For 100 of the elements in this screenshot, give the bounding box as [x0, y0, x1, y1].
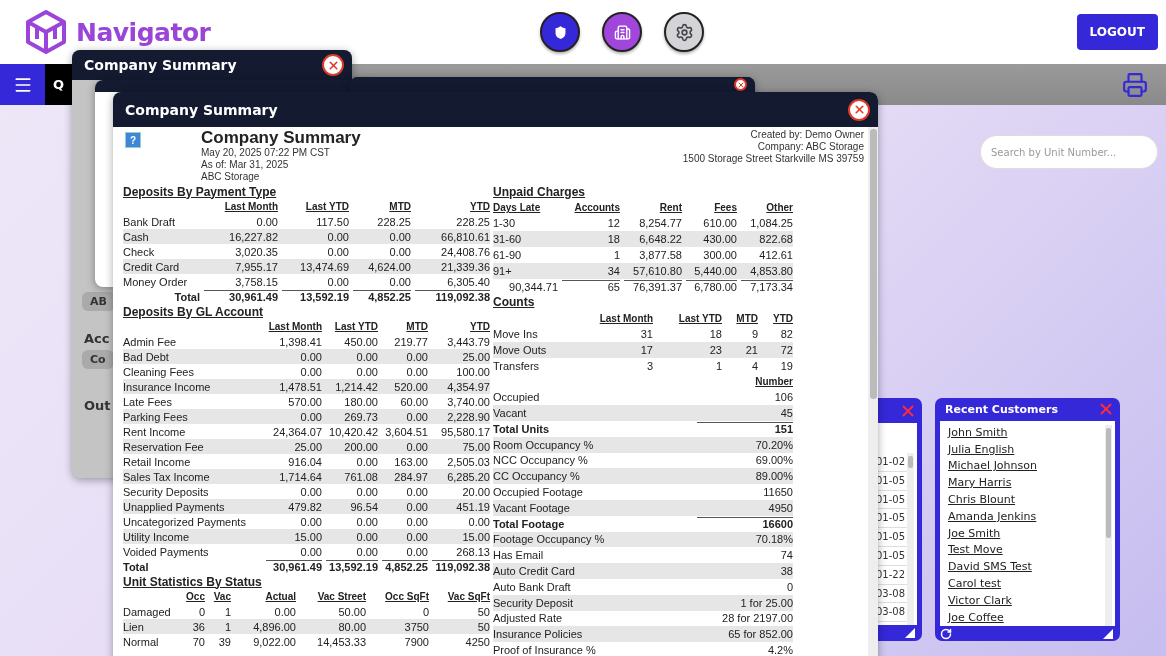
row-label: Auto Credit Card: [493, 565, 576, 577]
close-button[interactable]: [848, 98, 870, 121]
row-label: Occupied: [493, 391, 541, 404]
refresh-icon[interactable]: [940, 627, 952, 640]
search-field[interactable]: Search by Unit Number...: [980, 135, 1158, 169]
app-name: Navigator: [76, 17, 211, 47]
customer-link[interactable]: Mary Harris: [948, 475, 1105, 492]
scrollbar-thumb[interactable]: [869, 129, 877, 399]
customer-link[interactable]: John Smith: [948, 424, 1105, 442]
table-cell-text: 0.00: [405, 530, 428, 543]
scrollbar-thumb[interactable]: [1106, 427, 1111, 538]
settings-button[interactable]: [664, 12, 705, 52]
customer-link[interactable]: Carol test: [948, 576, 1105, 593]
row-label: Proof of Insurance %: [493, 644, 597, 656]
table-cell-text: 89.00%: [754, 470, 793, 483]
table-cell-text: 0.00: [299, 515, 322, 528]
table-cell-text: 200.00: [343, 440, 378, 453]
table-cell-text: 38: [779, 565, 793, 577]
table-cell-text: 20.00: [461, 485, 490, 498]
shield-button[interactable]: [540, 12, 581, 52]
table-cell-text: 3,740.00: [446, 395, 490, 408]
table-cell-text: 13,474.69: [299, 260, 349, 273]
table-cell-text: 4: [750, 359, 758, 372]
report-subtitle: May 20, 2025 07:22 PM CST: [201, 147, 331, 159]
row-label: 91+: [493, 264, 513, 277]
building-button[interactable]: [602, 12, 643, 52]
table-cell-text: 69.00%: [754, 454, 793, 467]
resize-handle-icon[interactable]: [1103, 628, 1113, 639]
column-header: YTD: [469, 321, 490, 332]
column-header: Number: [754, 375, 793, 387]
table-cell-text: 228.25: [455, 215, 490, 228]
row-label: Adjusted Rate: [493, 612, 564, 625]
table-cell-text: 5,440.00: [693, 264, 737, 277]
table-cell-text: 0.00: [405, 515, 428, 528]
cube-logo-icon: [24, 9, 68, 55]
scrollbar-thumb[interactable]: [908, 456, 913, 468]
row-label: Room Occupancy %: [493, 438, 595, 451]
form-label: AB: [82, 292, 115, 311]
row-label: Lien: [123, 620, 145, 633]
table-cell-text: 25.00: [293, 440, 322, 453]
table-cell-text: 0.00: [326, 230, 349, 243]
row-label: Total: [173, 290, 200, 303]
row-label: Insurance Income: [123, 380, 212, 393]
resize-handle-icon[interactable]: [905, 628, 915, 638]
form-label: Acc: [84, 331, 110, 346]
table-cell-text: 1,714.64: [278, 470, 322, 483]
report-meta: Created by: Demo Owner: [750, 129, 864, 141]
customer-link[interactable]: Victor Clark: [948, 592, 1105, 610]
table-cell-text: 65 for 852.00: [727, 628, 793, 641]
customer-link[interactable]: Chris Blount: [948, 492, 1105, 509]
menu-button[interactable]: [0, 64, 45, 105]
close-button[interactable]: [734, 78, 747, 91]
report-title: Company Summary: [201, 129, 361, 147]
table-cell-text: 7,955.17: [234, 260, 278, 273]
table-cell-text: 1: [223, 620, 231, 633]
section-title: Counts: [493, 295, 535, 310]
customer-link[interactable]: David SMS Test: [948, 559, 1105, 576]
table-cell-text: 0.00: [355, 530, 378, 543]
customer-link[interactable]: Amanda Jenkins: [948, 508, 1105, 526]
table-cell-text: 0.00: [467, 515, 490, 528]
close-button[interactable]: [322, 54, 344, 76]
row-label: Money Order: [123, 275, 189, 288]
customer-link[interactable]: Joe Smith: [948, 525, 1105, 543]
column-header: Fees: [713, 202, 737, 214]
table-cell-text: 15.00: [461, 530, 490, 543]
table-cell-text: 24,364.07: [272, 425, 322, 438]
logout-button[interactable]: LOGOUT: [1076, 14, 1158, 50]
nav-tab[interactable]: Q: [45, 64, 72, 105]
row-label: Cash: [123, 230, 150, 243]
form-label: Co: [82, 350, 114, 369]
customer-link[interactable]: Julia English: [948, 441, 1105, 459]
table-cell-text: 412.61: [758, 249, 793, 262]
table-cell-text: 2,228.90: [446, 410, 490, 423]
table-cell-text: 0.00: [388, 275, 411, 288]
table-cell-text: 300.00: [702, 249, 737, 262]
table-cell-text: 36: [191, 620, 205, 633]
customer-link[interactable]: Joe Coffee: [948, 609, 1105, 627]
table-cell-text: 15.00: [293, 530, 322, 543]
table-cell-text: 25.00: [461, 350, 490, 363]
table-cell-text: 24,408.76: [440, 245, 490, 258]
close-icon: [852, 103, 866, 116]
table-cell-text: 916.04: [287, 455, 322, 468]
table-cell-text: 219.77: [393, 335, 428, 348]
customer-link[interactable]: Michael Johnson: [948, 458, 1105, 476]
table-cell: 13,592.19: [326, 560, 378, 573]
table-cell-text: 0: [785, 580, 793, 593]
row-label: Move Ins: [493, 328, 539, 341]
printer-icon[interactable]: [1122, 71, 1148, 98]
table-cell-text: 96.54: [349, 500, 378, 513]
column-header: Last Month: [223, 201, 278, 212]
table-cell-text: 50: [476, 605, 490, 618]
table-cell-text: 430.00: [702, 233, 737, 246]
customer-link[interactable]: Test Move: [948, 542, 1105, 560]
row-label: CC Occupancy %: [493, 470, 581, 483]
row-label: Utility Income: [123, 530, 191, 543]
help-button[interactable]: ?: [125, 132, 141, 148]
row-label: Move Outs: [493, 343, 548, 356]
table-cell: 4,852.25: [353, 290, 411, 303]
column-header: Occ: [185, 591, 205, 602]
table-cell-text: 4950: [767, 501, 793, 514]
